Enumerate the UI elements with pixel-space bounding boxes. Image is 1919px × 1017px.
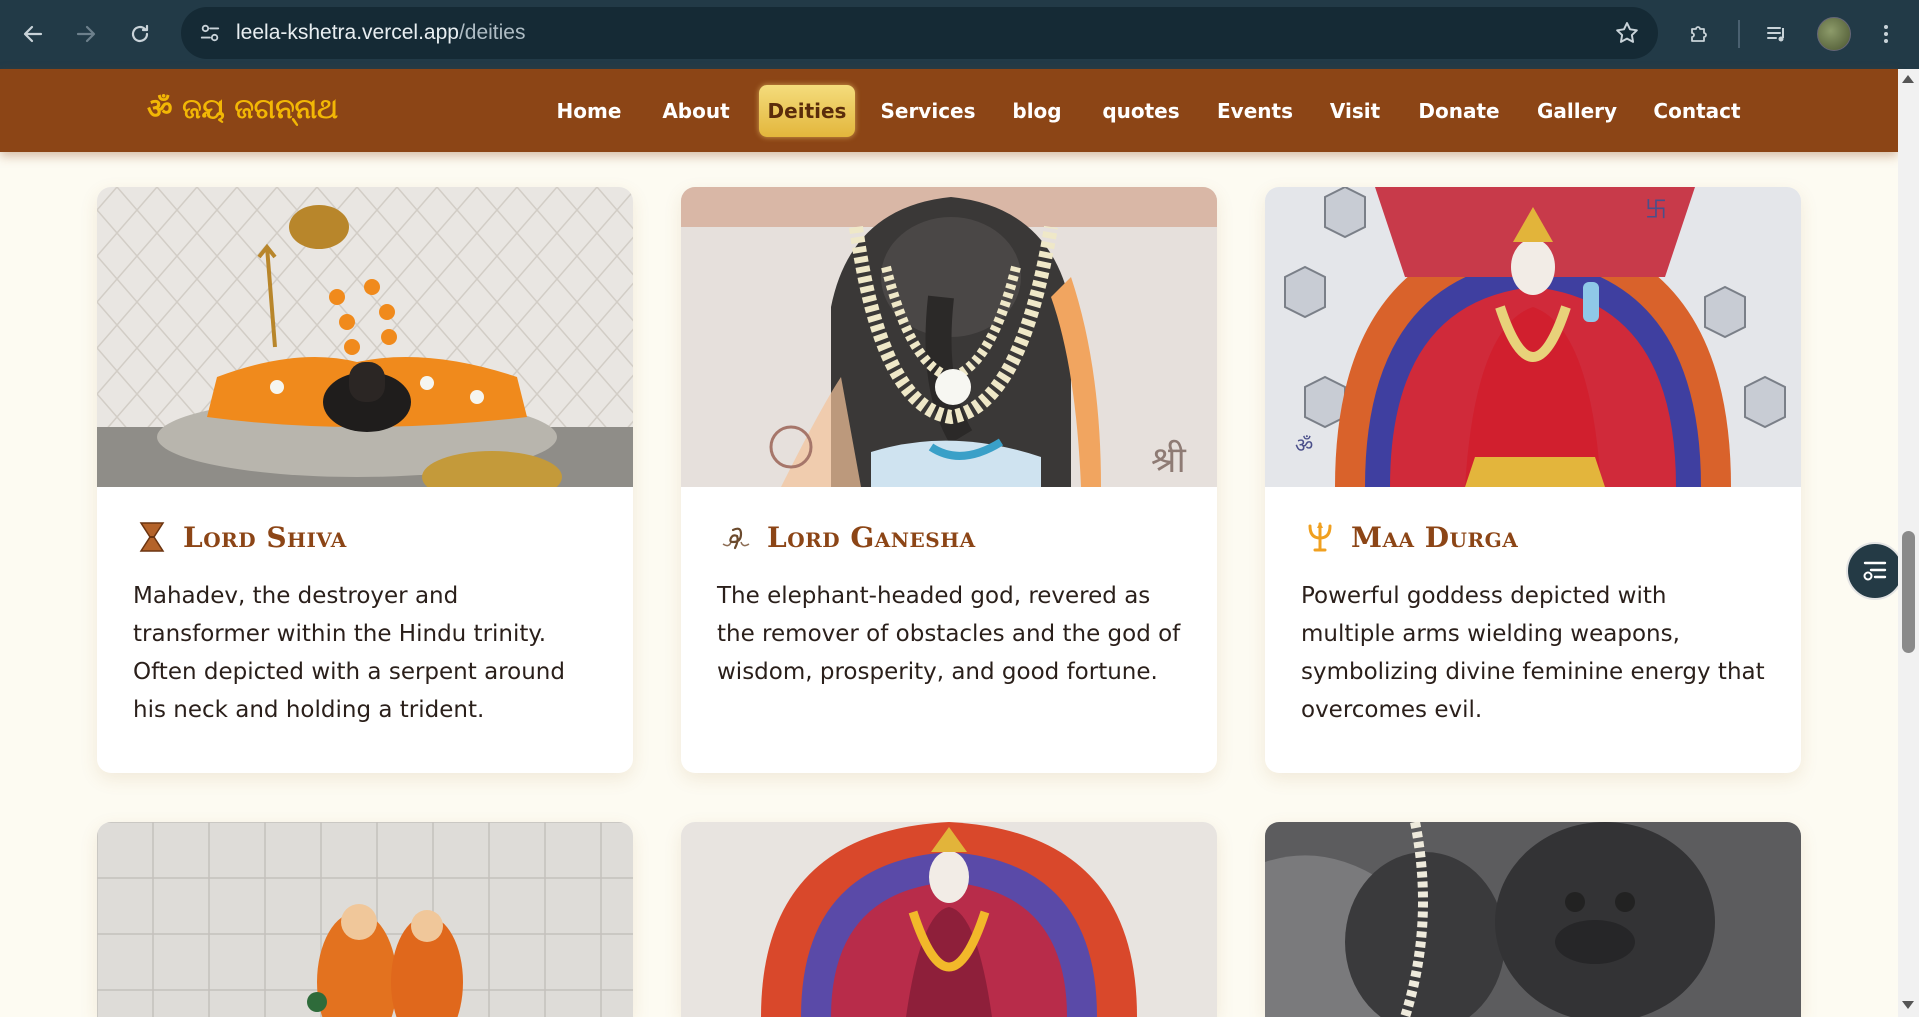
forward-button[interactable] <box>68 16 104 52</box>
floating-menu-button[interactable] <box>1846 542 1904 600</box>
url-path: /deities <box>458 21 526 44</box>
nav-home[interactable]: Home <box>549 85 629 137</box>
media-controls-button[interactable] <box>1759 16 1795 52</box>
deity-card-ganesha[interactable]: श्री Lord Ganesha The elephant-headed go… <box>681 187 1217 773</box>
deity-description: Mahadev, the destroyer and transformer w… <box>133 583 565 723</box>
profile-avatar[interactable] <box>1817 17 1851 51</box>
deity-image <box>97 822 633 1017</box>
browser-toolbar: leela-kshetra.vercel.app/deities <box>0 0 1919 69</box>
page-scrollbar[interactable] <box>1898 69 1919 1017</box>
nav-about[interactable]: About <box>655 85 737 137</box>
deity-description: Powerful goddess depicted with multiple … <box>1301 583 1765 723</box>
deity-card-shiva[interactable]: Lord Shiva Mahadev, the destroyer and tr… <box>97 187 633 773</box>
nav-gallery[interactable]: Gallery <box>1533 85 1621 137</box>
svg-text:ॐ: ॐ <box>1295 433 1313 457</box>
deity-card-row2-2[interactable] <box>681 822 1217 1017</box>
playlist-icon <box>1767 27 1784 42</box>
nav-blog[interactable]: blog <box>1004 85 1070 137</box>
more-vertical-icon <box>1884 25 1888 43</box>
url-host: leela-kshetra.vercel.app <box>236 21 459 44</box>
nav-events[interactable]: Events <box>1213 85 1297 137</box>
card-title: Lord Ganesha <box>717 519 1181 555</box>
nav-contact[interactable]: Contact <box>1649 85 1745 137</box>
svg-text:श्री: श्री <box>1151 439 1186 481</box>
card-body: Lord Ganesha The elephant-headed god, re… <box>681 487 1217 727</box>
deity-card-row2-3[interactable] <box>1265 822 1801 1017</box>
deity-title: Lord Shiva <box>183 520 347 554</box>
card-title: Lord Shiva <box>133 519 597 555</box>
card-body: Lord Shiva Mahadev, the destroyer and tr… <box>97 487 633 765</box>
shiva-image <box>97 187 633 487</box>
durga-image: 卐 ॐ <box>1265 187 1801 487</box>
deity-image <box>1265 822 1801 1017</box>
svg-text:卐: 卐 <box>1645 198 1667 223</box>
trident-icon <box>1301 518 1339 556</box>
card-body: Maa Durga Powerful goddess depicted with… <box>1265 487 1801 765</box>
arrow-right-icon <box>76 25 96 43</box>
scroll-down-arrow-icon[interactable] <box>1902 1001 1914 1009</box>
nav-services[interactable]: Services <box>878 85 978 137</box>
scroll-thumb[interactable] <box>1902 531 1915 653</box>
list-settings-icon <box>1863 561 1887 581</box>
site-info-icon[interactable] <box>199 22 221 44</box>
ganesha-trunk-icon <box>717 518 755 556</box>
arrow-left-icon <box>23 25 43 43</box>
deity-card-row2-1[interactable] <box>97 822 633 1017</box>
puzzle-icon <box>1691 26 1707 42</box>
deity-title: Maa Durga <box>1351 520 1519 554</box>
extensions-button[interactable] <box>1681 16 1717 52</box>
browser-menu-button[interactable] <box>1868 16 1904 52</box>
address-bar[interactable]: leela-kshetra.vercel.app/deities <box>181 7 1658 59</box>
damaru-icon <box>133 518 171 556</box>
deity-card-durga[interactable]: 卐 ॐ Maa Durga Powerful goddess depicted … <box>1265 187 1801 773</box>
bookmark-star-icon[interactable] <box>1614 20 1640 46</box>
main-nav: Home About Deities Services blog quotes … <box>0 85 1898 137</box>
back-button[interactable] <box>15 16 51 52</box>
deity-title: Lord Ganesha <box>767 520 976 554</box>
nav-visit[interactable]: Visit <box>1324 85 1386 137</box>
nav-quotes[interactable]: quotes <box>1097 85 1185 137</box>
ganesha-image: श्री <box>681 187 1217 487</box>
card-title: Maa Durga <box>1301 519 1765 555</box>
nav-deities[interactable]: Deities <box>759 85 855 137</box>
deity-description: The elephant-headed god, revered as the … <box>717 583 1181 685</box>
deity-image <box>681 822 1217 1017</box>
url-text: leela-kshetra.vercel.app/deities <box>236 21 526 45</box>
reload-icon <box>131 24 149 43</box>
site-header: ॐ ଜୟ ଜଗନ୍ନାଥ Home About Deities Services… <box>0 69 1898 152</box>
toolbar-divider <box>1738 20 1740 48</box>
scroll-up-arrow-icon[interactable] <box>1902 75 1914 83</box>
reload-button[interactable] <box>122 16 158 52</box>
nav-donate[interactable]: Donate <box>1413 85 1505 137</box>
